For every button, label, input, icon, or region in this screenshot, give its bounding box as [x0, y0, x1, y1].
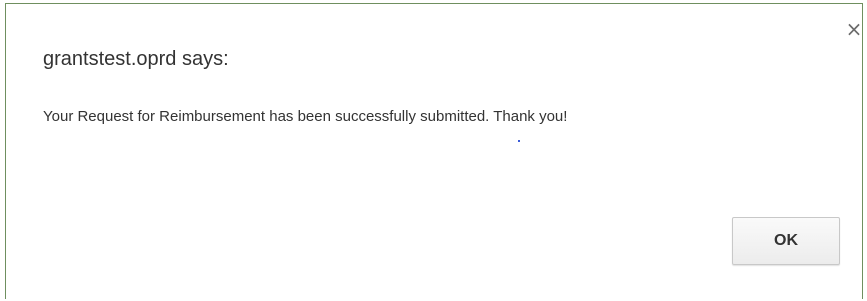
alert-dialog: × grantstest.oprd says: Your Request for… [5, 3, 863, 299]
cursor-speck [518, 140, 520, 142]
ok-button[interactable]: OK [732, 217, 840, 265]
dialog-message: Your Request for Reimbursement has been … [43, 108, 568, 125]
dialog-title: grantstest.oprd says: [43, 48, 229, 70]
close-icon[interactable]: × [845, 19, 863, 39]
